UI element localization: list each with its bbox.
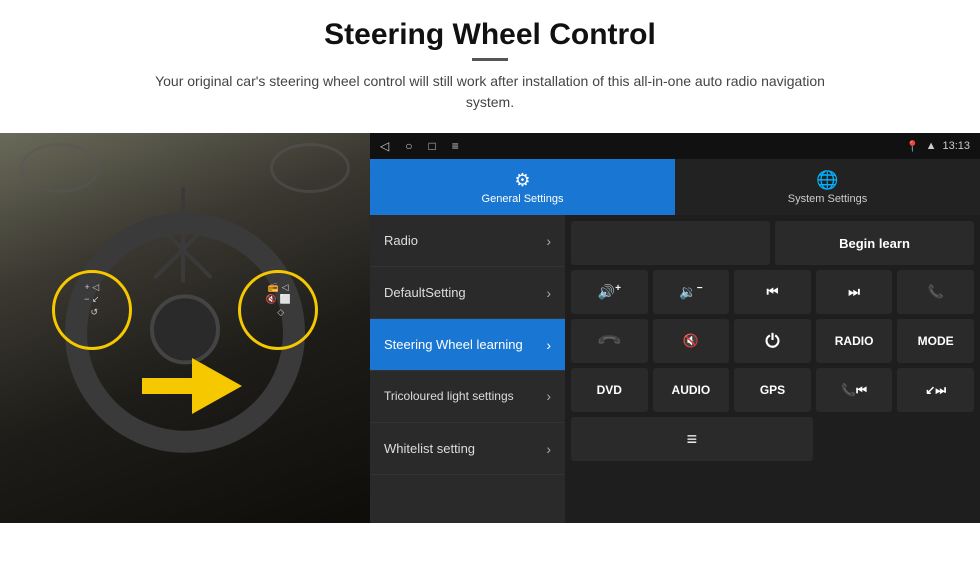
list-icon: ≡ (687, 429, 698, 450)
list-button[interactable]: ≡ (571, 417, 813, 461)
chevron-icon-tricoloured: › (546, 387, 551, 405)
time-display: 13:13 (942, 140, 970, 152)
empty-slot (571, 221, 770, 265)
gps-button-label: GPS (760, 383, 785, 397)
status-bar: ◁ ○ □ ≡ 📍 ▲ 13:13 (370, 133, 980, 159)
menu-whitelist-label: Whitelist setting (384, 441, 475, 456)
menu-default-label: DefaultSetting (384, 285, 466, 300)
menu-nav-icon[interactable]: ≡ (452, 139, 459, 153)
status-bar-right: 📍 ▲ 13:13 (906, 140, 970, 153)
header-section: Steering Wheel Control Your original car… (140, 18, 840, 113)
chevron-icon-steering: › (546, 337, 551, 353)
mute-button[interactable]: 🔇 (653, 319, 730, 363)
location-icon: 📍 (906, 140, 920, 153)
phone-answer-button[interactable]: 📞 (897, 270, 974, 314)
volume-up-icon: 🔊+ (598, 283, 621, 301)
menu-item-radio[interactable]: Radio › (370, 215, 565, 267)
globe-icon: 🌐 (816, 170, 838, 191)
volume-up-button[interactable]: 🔊+ (571, 270, 648, 314)
chevron-icon-whitelist: › (546, 441, 551, 457)
next-track-button[interactable]: ⏭ (816, 270, 893, 314)
steering-wheel-center (150, 294, 220, 364)
menu-steering-label: Steering Wheel learning (384, 337, 523, 352)
photo-panel: + ◁− ↙ ↺ 📻 ◁🔇 ⬜ ◇ (0, 133, 370, 523)
controls-row-1: 🔊+ 🔉− ⏮ ⏭ 📞 (571, 270, 974, 314)
back-nav-icon[interactable]: ◁ (380, 139, 389, 153)
phone-prev-button[interactable]: 📞⏮ (816, 368, 893, 412)
tab-bar: ⚙ General Settings 🌐 System Settings (370, 159, 980, 215)
mute-icon: 🔇 (683, 333, 699, 349)
prev-track-button[interactable]: ⏮ (734, 270, 811, 314)
wifi-icon: ▲ (926, 140, 937, 152)
menu-radio-label: Radio (384, 233, 418, 248)
controls-row-2: 📞 🔇 ⏻ RADIO MODE (571, 319, 974, 363)
gps-button[interactable]: GPS (734, 368, 811, 412)
controls-row-0: Begin learn (571, 221, 974, 265)
tab-general-settings[interactable]: ⚙ General Settings (370, 159, 675, 215)
hang-up-icon: 📞 (595, 327, 623, 355)
next-track-icon: ⏭ (848, 284, 860, 300)
status-bar-left: ◁ ○ □ ≡ (380, 139, 459, 153)
content-area: + ◁− ↙ ↺ 📻 ◁🔇 ⬜ ◇ (0, 133, 980, 523)
skip-icon: ↙⏭ (925, 383, 946, 398)
tab-system-settings[interactable]: 🌐 System Settings (675, 159, 980, 215)
controls-row-4: ≡ (571, 417, 974, 461)
circle-right: 📻 ◁🔇 ⬜ ◇ (238, 270, 318, 350)
hang-up-button[interactable]: 📞 (571, 319, 648, 363)
menu-item-steering[interactable]: Steering Wheel learning › (370, 319, 565, 371)
recents-nav-icon[interactable]: □ (428, 139, 435, 153)
ui-panel: ◁ ○ □ ≡ 📍 ▲ 13:13 ⚙ General Settings (370, 133, 980, 523)
power-button[interactable]: ⏻ (734, 319, 811, 363)
radio-button[interactable]: RADIO (816, 319, 893, 363)
circle-left: + ◁− ↙ ↺ (52, 270, 132, 350)
page-title: Steering Wheel Control (140, 18, 840, 52)
tab-system-label: System Settings (788, 193, 867, 205)
phone-answer-icon: 📞 (928, 284, 944, 300)
volume-down-icon: 🔉− (679, 283, 702, 301)
arrow-indicator (142, 358, 242, 414)
menu-item-tricoloured[interactable]: Tricoloured light settings › (370, 371, 565, 423)
tab-general-label: General Settings (482, 193, 564, 205)
menu-tricoloured-label: Tricoloured light settings (384, 389, 514, 405)
menu-panel: Radio › DefaultSetting › Steering Wheel … (370, 215, 565, 523)
begin-learn-button[interactable]: Begin learn (775, 221, 974, 265)
audio-button[interactable]: AUDIO (653, 368, 730, 412)
gear-icon: ⚙ (514, 170, 530, 191)
audio-button-label: AUDIO (672, 383, 711, 397)
menu-item-whitelist[interactable]: Whitelist setting › (370, 423, 565, 475)
main-content: Radio › DefaultSetting › Steering Wheel … (370, 215, 980, 523)
phone-prev-icon: 📞⏮ (841, 383, 867, 398)
radio-button-label: RADIO (835, 334, 874, 348)
mode-button-label: MODE (918, 334, 954, 348)
home-nav-icon[interactable]: ○ (405, 139, 412, 153)
volume-down-button[interactable]: 🔉− (653, 270, 730, 314)
menu-item-default[interactable]: DefaultSetting › (370, 267, 565, 319)
skip-button[interactable]: ↙⏭ (897, 368, 974, 412)
controls-row-3: DVD AUDIO GPS 📞⏮ ↙⏭ (571, 368, 974, 412)
subtitle-text: Your original car's steering wheel contr… (140, 71, 840, 113)
mode-button[interactable]: MODE (897, 319, 974, 363)
chevron-icon-radio: › (546, 233, 551, 249)
power-icon: ⏻ (765, 331, 779, 352)
steering-wheel-bg: + ◁− ↙ ↺ 📻 ◁🔇 ⬜ ◇ (0, 133, 370, 523)
dvd-button-label: DVD (597, 383, 622, 397)
dvd-button[interactable]: DVD (571, 368, 648, 412)
controls-panel: Begin learn 🔊+ 🔉− ⏮ (565, 215, 980, 523)
title-divider (472, 58, 508, 61)
prev-track-icon: ⏮ (767, 284, 779, 300)
chevron-icon-default: › (546, 285, 551, 301)
